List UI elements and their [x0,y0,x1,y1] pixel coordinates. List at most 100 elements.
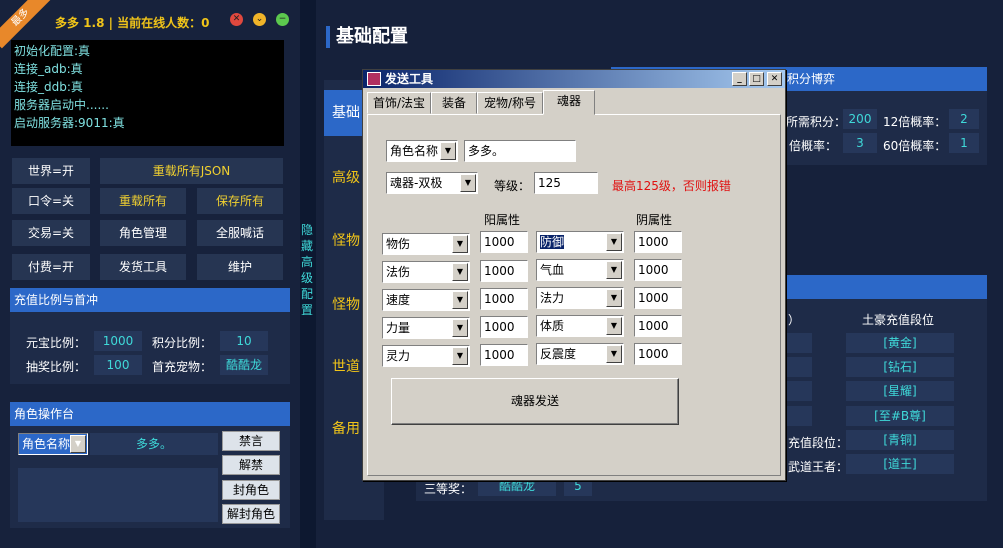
send-tool-dialog: 发送工具 _ □ ✕ 首饰/法宝 装备 宠物/称号 魂器 角色名称 ▼ 多多。 … [362,69,786,481]
col1-header: ） [788,313,801,327]
role-ops-section: 角色名称 ▼ 多多。 禁言 解禁 封角色 解封角色 [10,426,290,528]
maintain-button[interactable]: 维护 [197,254,283,280]
rank-cell[interactable] [784,357,812,377]
yang-attr-select[interactable]: 灵力 ▼ [382,345,470,367]
maximize-icon[interactable]: − [276,13,289,26]
role-management-button[interactable]: 角色管理 [100,220,186,246]
page-title: 基础配置 [326,26,408,48]
yin-attr-select[interactable]: 法力 ▼ [536,287,624,309]
reload-json-button[interactable]: 重载所有JSON [100,158,283,184]
first-pet-field[interactable]: 酷酷龙 [220,355,268,375]
yang-value-input[interactable]: 1000 [480,316,528,338]
control-panel: 最多 多多 1.8 | 当前在线人数：0 ✕ ⌄ − 初始化配置:真 连接_ad… [0,0,300,548]
yin-attr-select[interactable]: 体质 ▼ [536,315,624,337]
rank-cell[interactable] [784,333,812,353]
rate-label: 倍概率： [789,139,838,153]
log-console: 初始化配置:真 连接_adb:真 连接_ddb:真 服务器启动中...... 启… [11,40,284,146]
points-ratio-field[interactable]: 10 [220,331,268,351]
yang-attr-select[interactable]: 速度 ▼ [382,289,470,311]
yang-value-input[interactable]: 1000 [480,288,528,310]
role-ops-header: 角色操作台 [10,402,290,426]
close-icon[interactable]: ✕ [767,72,782,86]
lottery-ratio-field[interactable]: 100 [94,355,142,375]
role-name-select[interactable]: 角色名称 ▼ [18,433,88,455]
yin-attr-select[interactable]: 反震度 ▼ [536,343,624,365]
rank-field[interactable]: [青铜] [846,430,954,450]
yang-attr-select[interactable]: 法伤 ▼ [382,261,470,283]
rank-cell[interactable] [784,406,812,426]
yin-attr-select[interactable]: 防御 ▼ [536,231,624,253]
maximize-icon[interactable]: □ [749,72,764,86]
chevron-down-icon: ▼ [452,263,468,281]
server-shout-button[interactable]: 全服喊话 [197,220,283,246]
rank-label: 充值段位： [788,436,849,450]
attr-text: 防御 [540,235,565,249]
rank-cell[interactable]: [黄金] [846,333,954,353]
save-all-button[interactable]: 保存所有 [197,188,283,214]
x60-field[interactable]: 1 [949,133,979,153]
yin-value-input[interactable]: 1000 [634,343,682,365]
yuanbao-ratio-field[interactable]: 1000 [94,331,142,351]
attr-text: 气血 [540,263,565,277]
send-artifact-button[interactable]: 魂器发送 [391,378,679,425]
minimize-icon[interactable]: ⌄ [253,13,266,26]
attr-text: 灵力 [386,349,411,363]
rank-cell[interactable]: [钻石] [846,357,954,377]
reload-all-button[interactable]: 重载所有 [100,188,186,214]
close-icon[interactable]: ✕ [230,13,243,26]
yin-value-input[interactable]: 1000 [634,315,682,337]
yang-value-input[interactable]: 1000 [480,231,528,253]
yin-attr-select[interactable]: 气血 ▼ [536,259,624,281]
chevron-down-icon: ▼ [606,317,622,335]
rank-cell[interactable] [784,381,812,401]
x12-field[interactable]: 2 [949,109,979,129]
artifact-type-text: 魂器-双极 [390,176,443,190]
unmute-button[interactable]: 解禁 [222,455,280,475]
yin-value-input[interactable]: 1000 [634,259,682,281]
hide-advanced-toggle[interactable]: 隐藏高级配置 [301,222,313,318]
yang-attr-select[interactable]: 力量 ▼ [382,317,470,339]
mute-button[interactable]: 禁言 [222,431,280,451]
attr-text: 体质 [540,319,565,333]
yang-attr-select[interactable]: 物伤 ▼ [382,233,470,255]
app-title: 多多 1.8 | 当前在线人数：0 [55,16,210,30]
send-tool-button[interactable]: 发货工具 [100,254,186,280]
role-name-select-text: 角色名称 [22,437,71,451]
tab-equipment[interactable]: 装备 [431,92,477,114]
pay-toggle-button[interactable]: 付费=开 [12,254,90,280]
tab-soul-artifact[interactable]: 魂器 [543,90,595,115]
artifact-type-select[interactable]: 魂器-双极 ▼ [386,172,478,194]
yang-value-input[interactable]: 1000 [480,344,528,366]
ban-role-button[interactable]: 封角色 [222,480,280,500]
unban-role-button[interactable]: 解封角色 [222,504,280,524]
dialog-title: 发送工具 [385,72,434,86]
role-name-input[interactable]: 多多。 [464,140,576,162]
minimize-icon[interactable]: _ [732,72,747,86]
yin-value-input[interactable]: 1000 [634,287,682,309]
x60-label: 60倍概率： [883,139,947,153]
attr-text: 法力 [540,291,565,305]
role-name-select[interactable]: 角色名称 ▼ [386,140,458,162]
tab-jewelry[interactable]: 首饰/法宝 [367,92,431,114]
lottery-label: 抽奖比例： [26,360,87,374]
tab-pet-title[interactable]: 宠物/称号 [477,92,543,114]
rate-field[interactable]: 3 [843,133,877,153]
app-icon [367,72,381,86]
level-input[interactable]: 125 [534,172,598,194]
king-field[interactable]: [道王] [846,454,954,474]
log-line: 初始化配置:真 [14,44,91,58]
chevron-down-icon: ▼ [70,435,86,453]
password-toggle-button[interactable]: 口令=关 [12,188,90,214]
yang-value-input[interactable]: 1000 [480,260,528,282]
rank-cell[interactable]: [星耀] [846,381,954,401]
rank-cell[interactable]: [至#B尊] [846,406,954,426]
world-toggle-button[interactable]: 世界=开 [12,158,90,184]
dialog-titlebar[interactable]: 发送工具 _ □ ✕ [363,70,785,88]
need-points-field[interactable]: 200 [843,109,877,129]
third-prize-label: 三等奖： [424,482,473,496]
trade-toggle-button[interactable]: 交易=关 [12,220,90,246]
recharge-header: 充值比例与首冲 [10,288,290,312]
chevron-down-icon: ▼ [606,261,622,279]
yin-value-input[interactable]: 1000 [634,231,682,253]
chevron-down-icon: ▼ [452,319,468,337]
